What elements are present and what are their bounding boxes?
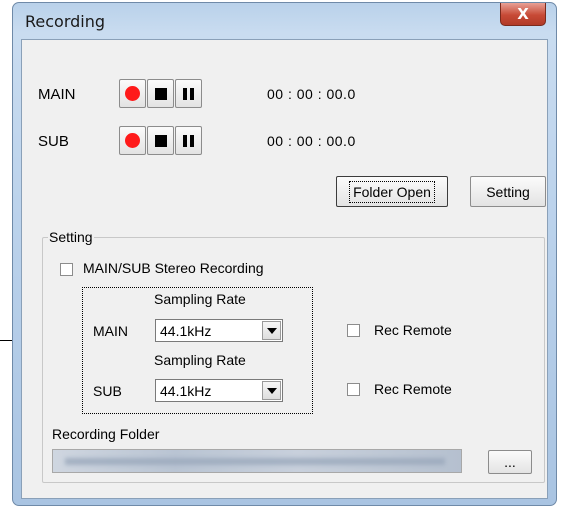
recording-folder-label: Recording Folder (52, 426, 160, 442)
window-title: Recording (25, 12, 106, 31)
sub-time-display: 00 : 00 : 00.0 (267, 133, 356, 149)
main-record-button[interactable] (119, 79, 146, 108)
sub-sampling-rate-value: 44.1kHz (160, 383, 212, 399)
main-sampling-rate-label: Sampling Rate (154, 291, 246, 307)
setting-group-legend: Setting (48, 229, 94, 245)
sub-record-button[interactable] (119, 126, 146, 155)
close-icon: X (517, 5, 529, 23)
stop-icon (154, 134, 167, 147)
sub-pause-button[interactable] (175, 126, 202, 155)
chevron-down-icon[interactable] (262, 321, 281, 340)
pause-icon (183, 134, 194, 147)
stereo-recording-checkbox[interactable] (60, 263, 73, 276)
sub-setting-label: SUB (93, 383, 122, 399)
main-transport-label: MAIN (38, 86, 76, 103)
main-sampling-rate-value: 44.1kHz (160, 323, 212, 339)
main-setting-label: MAIN (93, 323, 128, 339)
folder-open-button[interactable]: Folder Open (336, 176, 448, 207)
setting-button-label: Setting (486, 183, 530, 200)
folder-open-label: Folder Open (349, 180, 435, 203)
stop-icon (154, 87, 167, 100)
sub-rec-remote-label: Rec Remote (374, 381, 452, 397)
chevron-down-icon[interactable] (262, 381, 281, 400)
sub-transport-label: SUB (38, 133, 69, 150)
main-pause-button[interactable] (175, 79, 202, 108)
pause-icon (183, 87, 194, 100)
browse-button-label: ... (504, 454, 516, 470)
main-rec-remote-checkbox[interactable] (347, 324, 360, 337)
close-button[interactable]: X (500, 3, 546, 26)
setting-button[interactable]: Setting (470, 176, 546, 207)
recording-dialog: Recording X MAIN 00 : 00 : 00.0 SUB 00 :… (12, 2, 557, 506)
main-sampling-rate-select[interactable]: 44.1kHz (155, 319, 283, 342)
browse-folder-button[interactable]: ... (488, 450, 532, 474)
recording-folder-path-field[interactable] (52, 449, 462, 473)
sub-stop-button[interactable] (147, 126, 174, 155)
main-stop-button[interactable] (147, 79, 174, 108)
sub-rec-remote-checkbox[interactable] (347, 383, 360, 396)
sub-sampling-rate-select[interactable]: 44.1kHz (155, 379, 283, 402)
main-rec-remote-label: Rec Remote (374, 322, 452, 338)
main-time-display: 00 : 00 : 00.0 (267, 86, 356, 102)
title-bar[interactable]: Recording X (13, 3, 556, 39)
sub-sampling-rate-label: Sampling Rate (154, 352, 246, 368)
dialog-client-area: MAIN 00 : 00 : 00.0 SUB 00 : 00 : 00.0 F… (21, 39, 548, 499)
record-icon (125, 133, 140, 148)
blurred-folder-path (65, 458, 445, 465)
stereo-recording-label: MAIN/SUB Stereo Recording (83, 260, 264, 276)
record-icon (125, 86, 140, 101)
